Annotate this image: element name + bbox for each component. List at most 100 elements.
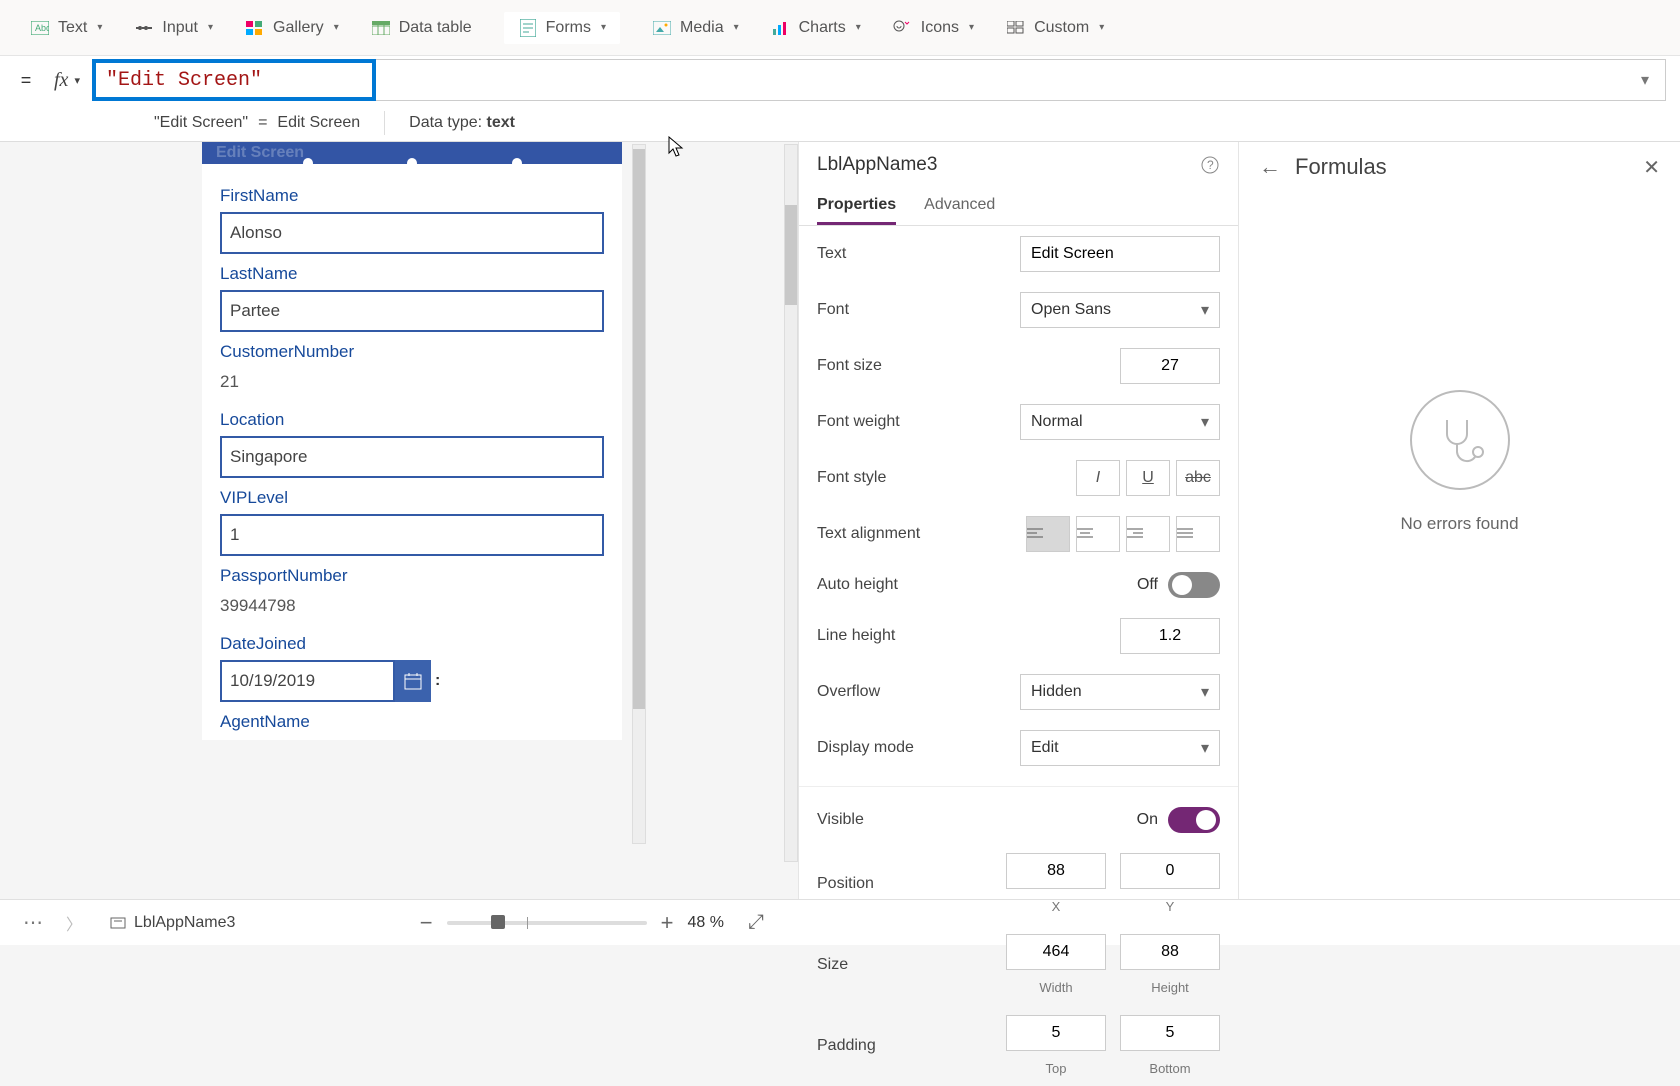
prop-displaymode-select[interactable]: Edit: [1020, 730, 1220, 766]
padding-top-input[interactable]: [1006, 1015, 1106, 1051]
underline-button[interactable]: U: [1126, 460, 1170, 496]
zoom-suffix: %: [710, 914, 724, 931]
prop-font-select[interactable]: Open Sans: [1020, 292, 1220, 328]
prop-lineheight-input[interactable]: [1120, 618, 1220, 654]
selection-handle[interactable]: [405, 156, 419, 164]
tab-advanced[interactable]: Advanced: [924, 188, 995, 225]
equals-sign: =: [258, 114, 267, 132]
chevron-down-icon: ▾: [969, 22, 974, 33]
ribbon-item-label: Forms: [546, 19, 591, 37]
back-icon[interactable]: ←: [1259, 154, 1281, 180]
chevron-down-icon: ▾: [601, 22, 606, 33]
formula-input[interactable]: [106, 69, 362, 92]
y-sublabel: Y: [1166, 899, 1175, 914]
canvas-scrollbar[interactable]: [784, 144, 798, 862]
zoom-percent: 48: [688, 914, 706, 931]
lastname-input[interactable]: [220, 290, 604, 332]
ribbon-item-media[interactable]: Media ▾: [652, 18, 739, 38]
tab-properties[interactable]: Properties: [817, 188, 896, 225]
align-left-button[interactable]: [1026, 516, 1070, 552]
field-label: LastName: [220, 264, 604, 284]
ribbon-item-label: Input: [162, 19, 198, 37]
text-icon: Abc: [30, 18, 50, 38]
breadcrumb-item[interactable]: LblAppName3: [98, 914, 247, 932]
calendar-button[interactable]: [395, 660, 431, 702]
ribbon-item-gallery[interactable]: Gallery ▾: [245, 18, 339, 38]
strike-button[interactable]: abc: [1176, 460, 1220, 496]
visible-state: On: [1137, 811, 1158, 829]
position-y-input[interactable]: [1120, 853, 1220, 889]
property-selector[interactable]: =: [10, 61, 42, 99]
close-icon[interactable]: ✕: [1643, 155, 1660, 180]
prop-label: Visible: [817, 811, 977, 829]
prop-label: Overflow: [817, 683, 977, 701]
edit-form: FirstName LastName CustomerNumber 21 Loc…: [202, 164, 622, 740]
align-center-button[interactable]: [1076, 516, 1120, 552]
canvas-area[interactable]: Edit Screen FirstName LastName CustomerN…: [26, 142, 798, 899]
formula-expand-icon[interactable]: ▾: [1635, 70, 1655, 90]
outer-scrollbar-region: [780, 142, 798, 899]
zoom-in-button[interactable]: +: [661, 910, 674, 936]
field-label: PassportNumber: [220, 566, 604, 586]
breadcrumb-more[interactable]: ⋯: [16, 908, 50, 938]
width-input[interactable]: [1006, 934, 1106, 970]
ribbon-item-icons[interactable]: Icons ▾: [893, 18, 974, 38]
phone-screen[interactable]: Edit Screen FirstName LastName CustomerN…: [202, 142, 622, 740]
svg-text:?: ?: [1207, 158, 1214, 172]
datatype-value: text: [487, 114, 515, 131]
ribbon-item-label: Icons: [921, 19, 959, 37]
prop-fontsize-input[interactable]: [1120, 348, 1220, 384]
formula-result-bar: "Edit Screen" = Edit Screen Data type: t…: [0, 104, 1680, 142]
prop-label: Line height: [817, 627, 977, 645]
zoom-slider[interactable]: [447, 921, 647, 925]
autoheight-state: Off: [1137, 576, 1158, 594]
fit-to-screen-icon[interactable]: ⤢: [748, 911, 764, 934]
ribbon-item-charts[interactable]: Charts ▾: [771, 18, 861, 38]
prop-overflow-select[interactable]: Hidden: [1020, 674, 1220, 710]
datatable-icon: [371, 18, 391, 38]
ribbon-item-label: Gallery: [273, 19, 324, 37]
height-input[interactable]: [1120, 934, 1220, 970]
selection-handles: [202, 156, 622, 164]
no-errors-message: No errors found: [1400, 514, 1518, 534]
location-input[interactable]: [220, 436, 604, 478]
align-justify-button[interactable]: [1176, 516, 1220, 552]
zoom-controls: − + 48 % ⤢: [420, 910, 764, 936]
canvas-scrollbar-region: [628, 142, 646, 899]
chevron-down-icon: ▾: [1099, 22, 1104, 33]
formula-input-highlight: [92, 59, 376, 101]
prop-text-input[interactable]: [1020, 236, 1220, 272]
screen-header[interactable]: Edit Screen: [202, 142, 622, 164]
prop-fontweight-select[interactable]: Normal: [1020, 404, 1220, 440]
firstname-input[interactable]: [220, 212, 604, 254]
ribbon-item-text[interactable]: Abc Text ▾: [30, 18, 102, 38]
help-icon[interactable]: ?: [1200, 155, 1220, 175]
properties-tabs: Properties Advanced: [799, 188, 1238, 226]
ribbon-item-forms[interactable]: Forms ▾: [504, 12, 620, 44]
zoom-out-button[interactable]: −: [420, 910, 433, 936]
viplevel-input[interactable]: [220, 514, 604, 556]
selection-handle[interactable]: [510, 156, 524, 164]
ribbon-item-custom[interactable]: Custom ▾: [1006, 18, 1104, 38]
autoheight-toggle[interactable]: [1168, 572, 1220, 598]
chevron-down-icon: ▾: [208, 22, 213, 33]
selection-handle[interactable]: [301, 156, 315, 164]
gallery-icon: [245, 18, 265, 38]
position-x-input[interactable]: [1006, 853, 1106, 889]
fx-label[interactable]: fx▾: [42, 69, 92, 92]
italic-button[interactable]: I: [1076, 460, 1120, 496]
visible-toggle[interactable]: [1168, 807, 1220, 833]
padding-bottom-input[interactable]: [1120, 1015, 1220, 1051]
chevron-down-icon: ▾: [97, 22, 102, 33]
prop-label: Display mode: [817, 739, 977, 757]
align-right-button[interactable]: [1126, 516, 1170, 552]
chevron-down-icon: ▾: [856, 22, 861, 33]
main-workspace: Edit Screen FirstName LastName CustomerN…: [0, 142, 1680, 899]
svg-text:Abc: Abc: [35, 23, 49, 33]
stethoscope-icon: [1410, 390, 1510, 490]
ribbon-item-datatable[interactable]: Data table: [371, 18, 472, 38]
custom-icon: [1006, 18, 1026, 38]
datejoined-input[interactable]: [220, 660, 395, 702]
form-scrollbar[interactable]: [632, 144, 646, 844]
ribbon-item-input[interactable]: Input ▾: [134, 18, 213, 38]
